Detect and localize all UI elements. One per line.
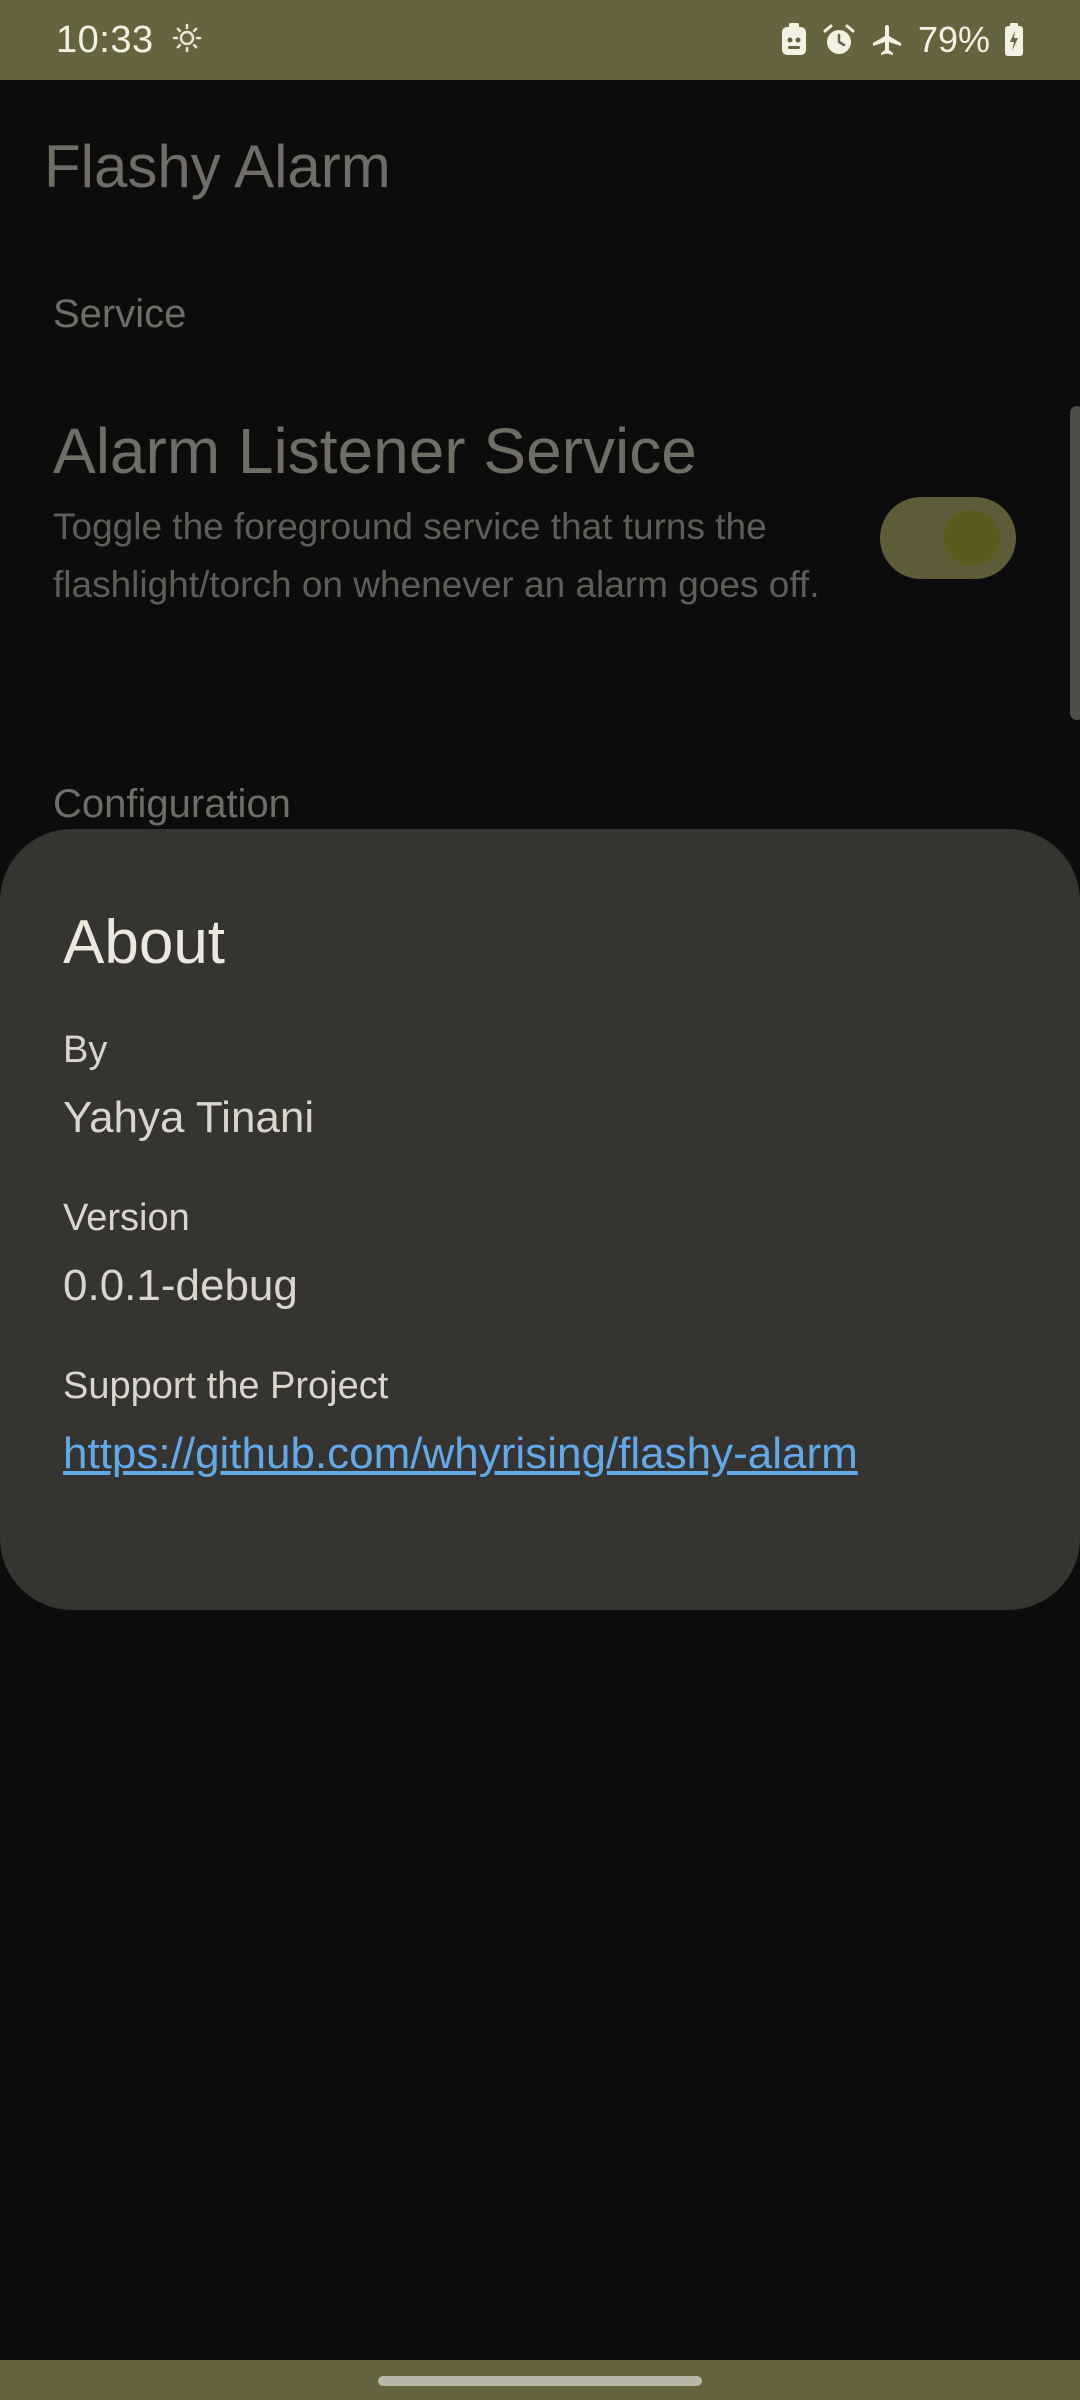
navigation-bar [0, 2360, 1080, 2400]
brightness-icon [172, 23, 202, 58]
status-time: 10:33 [56, 18, 154, 61]
alarm-icon [822, 23, 856, 57]
battery-percent: 79% [917, 19, 990, 60]
version-value: 0.0.1-debug [63, 1261, 298, 1310]
support-label: Support the Project [63, 1365, 389, 1407]
by-label: By [63, 1029, 108, 1071]
app-title: Flashy Alarm [44, 133, 391, 200]
robot-icon [780, 23, 808, 57]
support-link[interactable]: https://github.com/whyrising/flashy-alar… [63, 1429, 858, 1479]
scrollbar-thumb[interactable] [1070, 406, 1080, 720]
alarm-listener-toggle[interactable] [880, 497, 1016, 579]
gesture-handle[interactable] [378, 2376, 702, 2386]
toggle-knob [944, 510, 1000, 566]
battery-icon [1004, 23, 1024, 57]
airplane-icon [870, 23, 904, 57]
alarm-listener-summary: Toggle the foreground service that turns… [53, 506, 820, 605]
dialog-title: About [63, 908, 226, 977]
version-label: Version [63, 1197, 190, 1239]
status-left: 10:33 [56, 19, 202, 62]
by-value: Yahya Tinani [63, 1093, 315, 1142]
status-right: 79% [780, 19, 1024, 61]
status-bar: 10:33 79% [0, 0, 1080, 80]
alarm-listener-title[interactable]: Alarm Listener Service [53, 414, 697, 488]
section-header-service: Service [53, 292, 187, 336]
about-dialog: About By Yahya Tinani Version 0.0.1-debu… [0, 829, 1080, 1610]
section-header-configuration: Configuration [53, 782, 291, 826]
